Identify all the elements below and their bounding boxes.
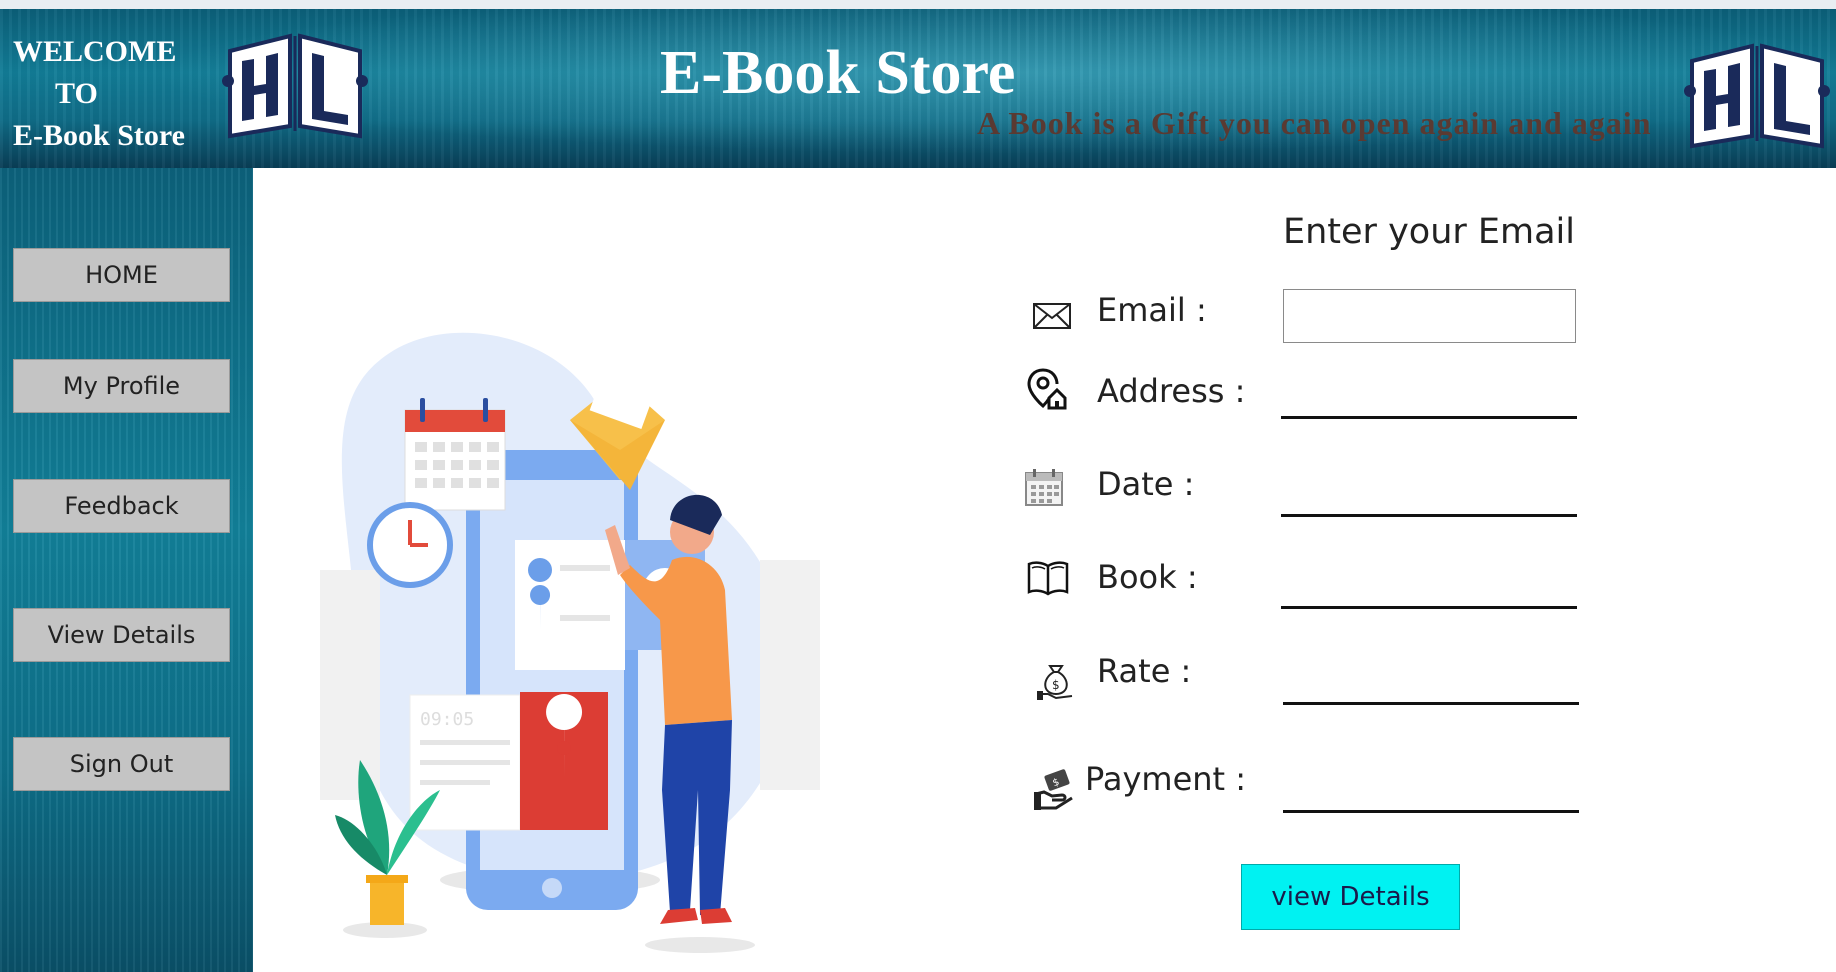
calendar-icon bbox=[1025, 469, 1063, 506]
book-icon bbox=[1027, 561, 1069, 596]
location-home-icon bbox=[1027, 368, 1067, 410]
money-bag-icon: $ bbox=[1037, 665, 1073, 700]
sign-out-button[interactable]: Sign Out bbox=[13, 737, 230, 791]
illustration: 09:05 bbox=[320, 332, 820, 953]
rate-field[interactable] bbox=[1283, 702, 1579, 705]
rate-label: Rate : bbox=[1097, 652, 1192, 690]
my-profile-button[interactable]: My Profile bbox=[13, 359, 230, 413]
address-field[interactable] bbox=[1281, 416, 1577, 419]
page-title: E-Book Store bbox=[660, 39, 1016, 107]
address-label: Address : bbox=[1097, 372, 1246, 410]
open-book-logo-icon bbox=[222, 33, 368, 139]
payment-label: Payment : bbox=[1085, 760, 1247, 798]
email-label: Email : bbox=[1097, 291, 1207, 329]
email-input[interactable] bbox=[1283, 289, 1576, 343]
welcome-text: WELCOME TO E-Book Store bbox=[13, 31, 185, 157]
open-book-logo-icon bbox=[1684, 43, 1830, 149]
home-button[interactable]: HOME bbox=[13, 248, 230, 302]
clock-time-label: 09:05 bbox=[420, 709, 474, 730]
app-header: WELCOME TO E-Book Store E-Book Store A B… bbox=[0, 9, 1836, 168]
payment-field[interactable] bbox=[1283, 810, 1579, 813]
welcome-line-3: E-Book Store bbox=[13, 119, 185, 152]
view-details-nav-button[interactable]: View Details bbox=[13, 608, 230, 662]
welcome-line-2: TO bbox=[55, 77, 98, 110]
sidebar: HOME My Profile Feedback View Details Si… bbox=[0, 168, 253, 972]
form-heading: Enter your Email bbox=[1283, 212, 1575, 252]
date-label: Date : bbox=[1097, 465, 1195, 503]
envelope-icon bbox=[1033, 303, 1071, 329]
book-field[interactable] bbox=[1281, 606, 1577, 609]
payment-hand-icon: $ bbox=[1034, 769, 1073, 810]
tagline: A Book is a Gift you can open again and … bbox=[977, 105, 1652, 141]
date-field[interactable] bbox=[1281, 514, 1577, 517]
svg-text:$: $ bbox=[1052, 678, 1060, 692]
feedback-button[interactable]: Feedback bbox=[13, 479, 230, 533]
welcome-line-1: WELCOME bbox=[13, 35, 177, 68]
view-details-button[interactable]: view Details bbox=[1241, 864, 1460, 930]
book-label: Book : bbox=[1097, 558, 1198, 596]
top-border bbox=[0, 0, 1836, 9]
